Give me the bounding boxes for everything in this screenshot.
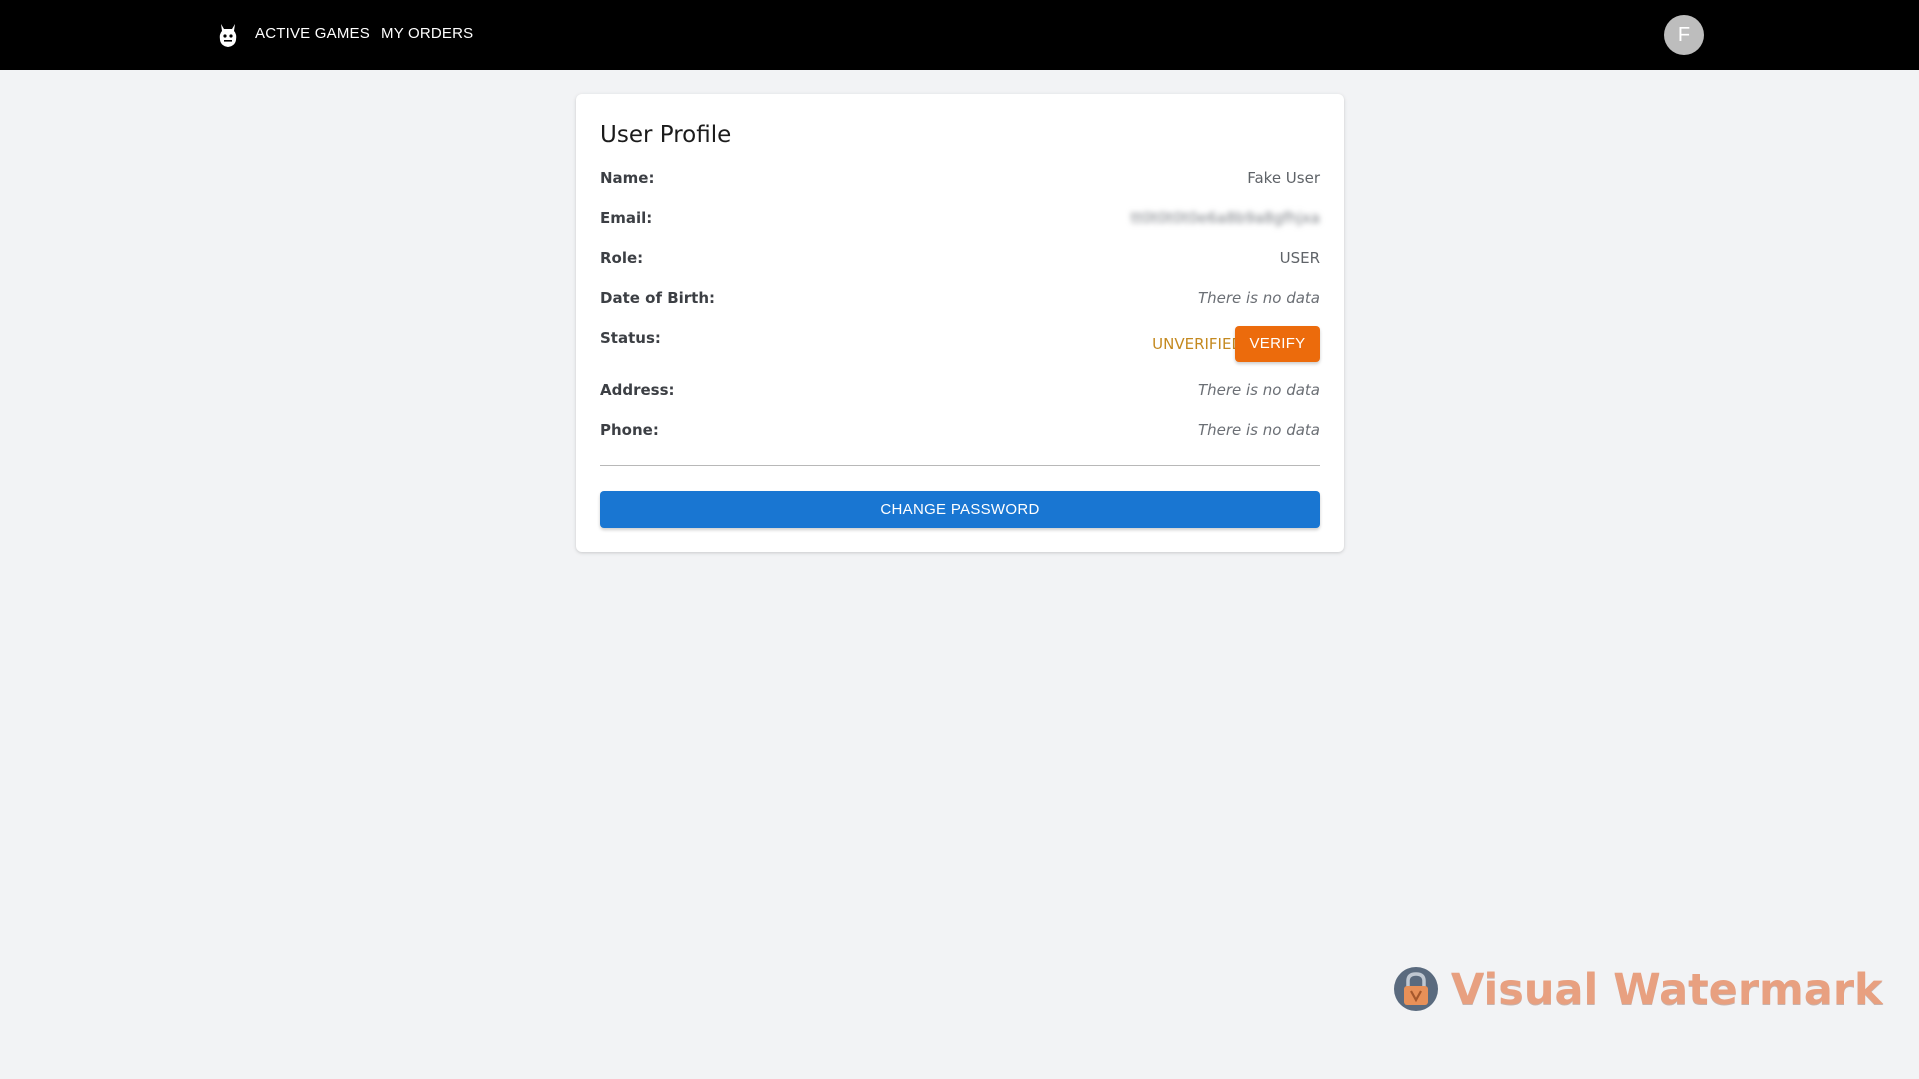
- nav-link-active-games[interactable]: ACTIVE GAMES: [255, 24, 370, 44]
- visual-watermark: Visual Watermark: [1393, 966, 1883, 1014]
- verify-button[interactable]: VERIFY: [1235, 326, 1320, 362]
- date-of-birth-label: Date of Birth:: [600, 289, 716, 307]
- email-label: Email:: [600, 209, 653, 227]
- nav-link-my-orders[interactable]: MY ORDERS: [381, 24, 473, 44]
- address-value: There is no data: [1197, 381, 1320, 399]
- date-of-birth-value: There is no data: [1197, 289, 1320, 307]
- name-label: Name:: [600, 169, 655, 187]
- status-badge: UNVERIFIED: [1152, 335, 1243, 353]
- top-navigation-bar: ACTIVE GAMES MY ORDERS F: [0, 0, 1919, 70]
- padlock-icon: [1394, 967, 1438, 1011]
- phone-label: Phone:: [600, 421, 659, 439]
- watermark-text: Visual Watermark: [1451, 965, 1883, 1015]
- email-value: tt0t0t0t0e6a8b9a8gfhjxa: [1130, 209, 1320, 227]
- page-title: User Profile: [600, 122, 732, 148]
- game-logo-icon[interactable]: [217, 22, 239, 48]
- change-password-button[interactable]: CHANGE PASSWORD: [600, 491, 1320, 528]
- status-label: Status:: [600, 329, 661, 347]
- role-value: USER: [1279, 249, 1320, 267]
- phone-value: There is no data: [1197, 421, 1320, 439]
- role-label: Role:: [600, 249, 644, 267]
- user-profile-card: User Profile Name: Fake User Email: tt0t…: [576, 94, 1344, 552]
- user-avatar[interactable]: F: [1664, 15, 1704, 55]
- address-label: Address:: [600, 381, 675, 399]
- divider: [600, 465, 1320, 466]
- name-value: Fake User: [1247, 169, 1320, 187]
